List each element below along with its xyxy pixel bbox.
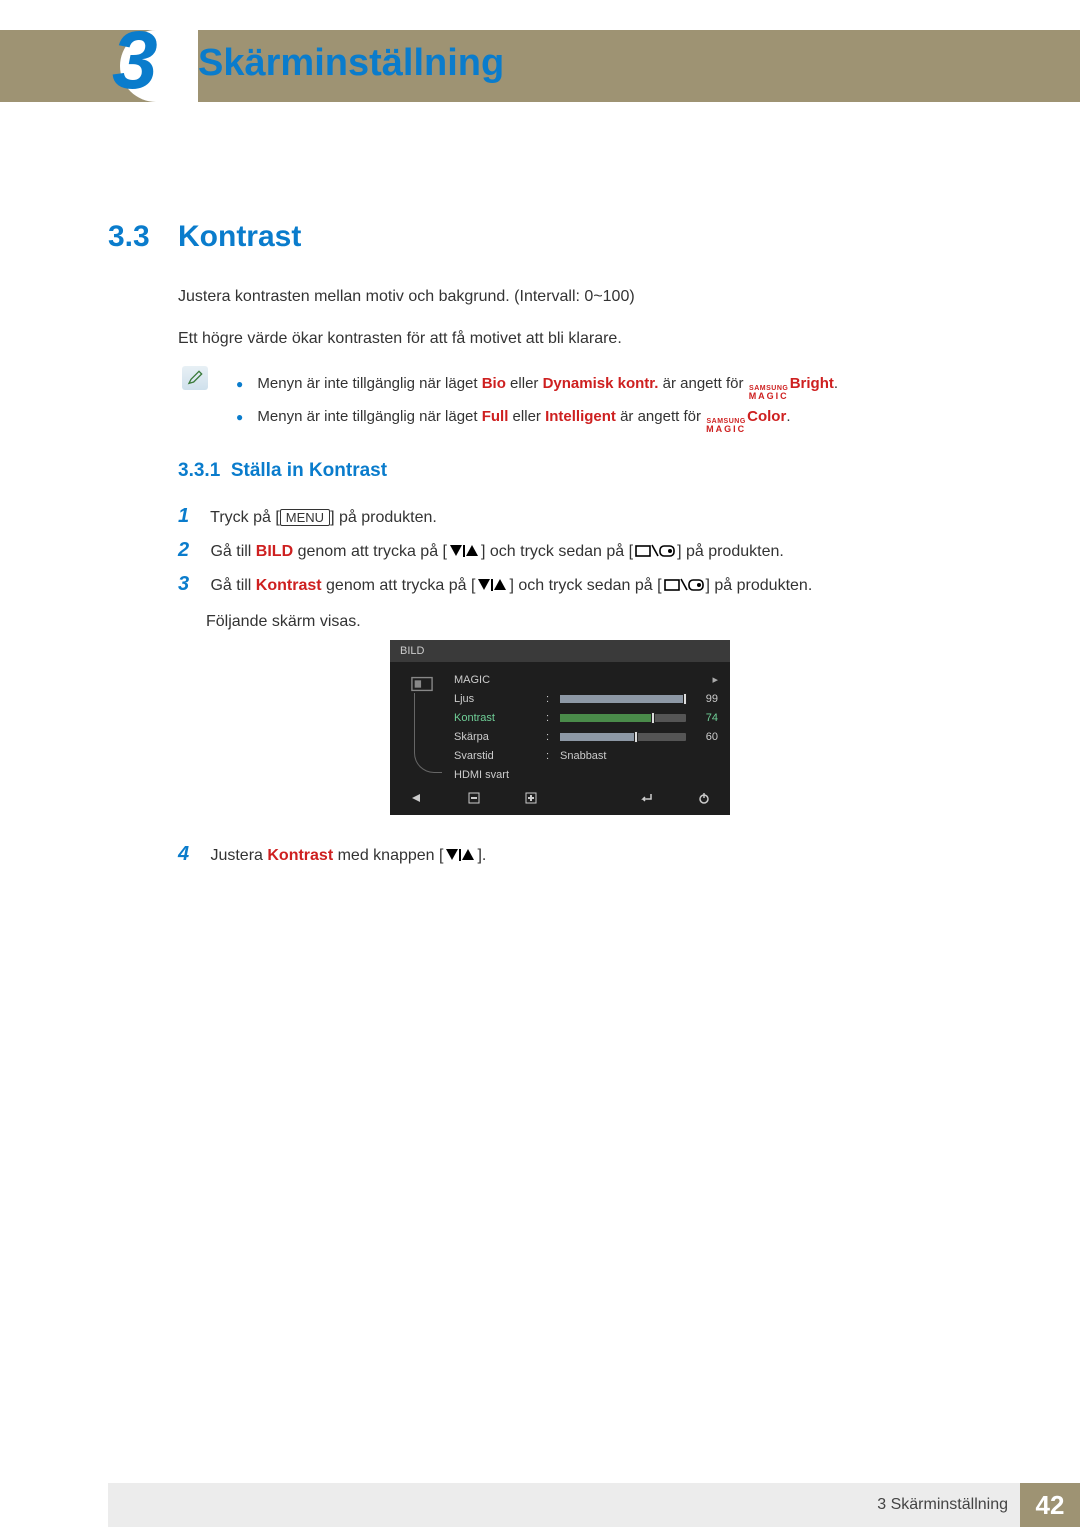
- osd-picture-icon: [411, 675, 433, 693]
- intro-paragraph-1: Justera kontrasten mellan motiv och bakg…: [178, 288, 635, 306]
- osd-screenshot: BILD MAGIC ▸ Ljus: 99 Kontrast:: [390, 640, 730, 815]
- minus-icon: [466, 792, 482, 807]
- osd-title: BILD: [390, 640, 730, 662]
- down-up-icon: [445, 848, 475, 862]
- chapter-number: 3: [112, 14, 158, 108]
- box-source-icon: [635, 544, 675, 558]
- osd-row-hdmi: HDMI svart: [454, 765, 718, 784]
- osd-row-kontrast: Kontrast: 74: [454, 708, 718, 727]
- samsung-magic-label: SAMSUNGMAGIC: [706, 418, 746, 434]
- box-source-icon: [664, 578, 704, 592]
- intro-paragraph-2: Ett högre värde ökar kontrasten för att …: [178, 330, 622, 348]
- samsung-magic-label: SAMSUNGMAGIC: [749, 385, 789, 401]
- note-list: ● Menyn är inte tillgänglig när läget Bi…: [236, 368, 838, 434]
- enter-icon: [638, 792, 654, 807]
- page-number: 42: [1020, 1483, 1080, 1527]
- section-title: Kontrast: [178, 220, 301, 254]
- note-item-1: ● Menyn är inte tillgänglig när läget Bi…: [236, 368, 838, 401]
- note-item-2: ● Menyn är inte tillgänglig när läget Fu…: [236, 401, 838, 434]
- chevron-right-icon: ▸: [712, 673, 718, 686]
- osd-row-skarpa: Skärpa: 60: [454, 727, 718, 746]
- step-4: 4 Justera Kontrast med knappen [].: [178, 843, 486, 866]
- down-up-icon: [477, 578, 507, 592]
- footer: 3 Skärminställning 42: [108, 1483, 1080, 1527]
- power-icon: [696, 792, 712, 807]
- osd-row-svarstid: Svarstid: Snabbast: [454, 746, 718, 765]
- step-1: 1 Tryck på [MENU] på produkten.: [178, 500, 812, 534]
- chapter-title: Skärminställning: [198, 42, 504, 85]
- osd-row-magic: MAGIC ▸: [454, 670, 718, 689]
- back-icon: [408, 792, 424, 807]
- footer-text: 3 Skärminställning: [877, 1496, 1008, 1514]
- step-2: 2 Gå till BILD genom att trycka på [] oc…: [178, 534, 812, 568]
- osd-row-ljus: Ljus: 99: [454, 689, 718, 708]
- down-up-icon: [449, 544, 479, 558]
- step-3: 3 Gå till Kontrast genom att trycka på […: [178, 568, 812, 602]
- plus-icon: [523, 792, 539, 807]
- steps-list: 1 Tryck på [MENU] på produkten. 2 Gå til…: [178, 500, 812, 638]
- osd-footer-icons: [390, 786, 730, 809]
- step-3-followup: Följande skärm visas.: [178, 606, 812, 638]
- subsection-heading: 3.3.1 Ställa in Kontrast: [178, 460, 387, 482]
- note-icon: [182, 366, 208, 390]
- section-number: 3.3: [108, 220, 150, 254]
- menu-key: MENU: [280, 509, 330, 526]
